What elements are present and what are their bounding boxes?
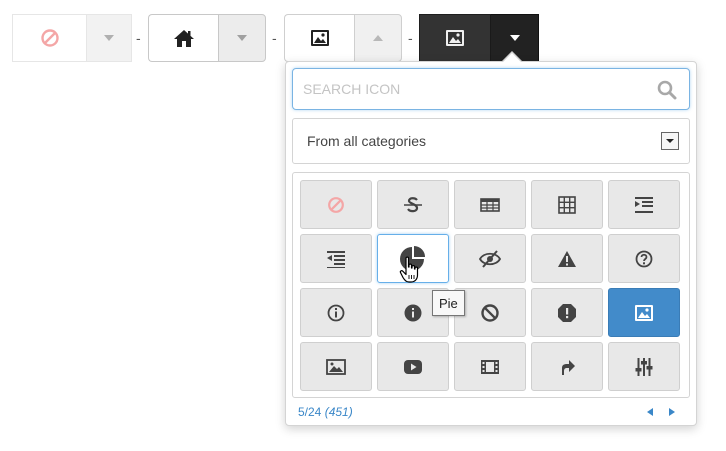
popover-arrow-inner [503, 53, 521, 62]
info-circle-icon [404, 304, 422, 321]
icon-cell-indent[interactable] [608, 180, 680, 229]
warning-icon [558, 250, 576, 267]
exclamation-octagon-icon [558, 303, 576, 322]
icon-picker-picture[interactable] [284, 14, 402, 62]
icon-grid [292, 172, 690, 398]
picker-preview[interactable] [284, 14, 354, 62]
total-count: (451) [324, 405, 353, 419]
picture-icon [310, 30, 329, 46]
icon-cell-strikethrough[interactable] [377, 180, 449, 229]
icon-cell-picture-selected[interactable] [608, 288, 680, 337]
caret-right-icon [669, 408, 675, 416]
search-box[interactable] [292, 68, 690, 110]
icon-tooltip: Pie [432, 290, 465, 316]
icon-picker-home[interactable] [148, 14, 266, 62]
outdent-icon [327, 250, 345, 268]
picker-preview [12, 14, 86, 62]
pagination-status: 5/24 (451) [298, 405, 353, 419]
icon-cell-info-circle-o[interactable] [300, 288, 372, 337]
share-icon [562, 359, 575, 375]
icon-cell-youtube-play[interactable] [377, 342, 449, 391]
category-selected: From all categories [307, 133, 427, 149]
picture-icon [446, 30, 464, 46]
separator: - [408, 30, 413, 46]
caret-up-icon [373, 35, 383, 41]
caret-down-icon [237, 35, 247, 41]
icon-picker-disabled [12, 14, 132, 62]
icon-cell-question-circle[interactable] [608, 234, 680, 283]
category-select[interactable]: From all categories [292, 118, 690, 164]
icon-picker-popover: From all categories [285, 61, 697, 426]
picker-caret[interactable] [218, 14, 266, 62]
strikethrough-icon [404, 196, 422, 212]
picker-caret [86, 14, 132, 62]
picker-preview[interactable] [419, 14, 491, 62]
hand-cursor-icon [399, 256, 421, 284]
indent-icon [635, 196, 653, 213]
question-circle-icon [635, 250, 653, 267]
image-icon [326, 358, 346, 375]
separator: - [136, 30, 141, 46]
picture-icon [635, 304, 653, 321]
prev-page-button[interactable] [646, 407, 654, 417]
tooltip-text: Pie [439, 295, 458, 311]
icon-cell-exclamation[interactable] [531, 288, 603, 337]
caret-down-icon [509, 35, 520, 41]
icon-cell-share[interactable] [531, 342, 603, 391]
film-icon [481, 359, 499, 374]
youtube-play-icon [404, 359, 422, 374]
sliders-icon [635, 357, 653, 376]
search-input[interactable] [293, 69, 643, 109]
icon-cell-eye-slash[interactable] [454, 234, 526, 283]
separator: - [272, 30, 277, 46]
eye-slash-icon [479, 249, 501, 268]
picker-preview[interactable] [148, 14, 218, 62]
icon-cell-outdent[interactable] [300, 234, 372, 283]
icon-cell-sliders[interactable] [608, 342, 680, 391]
icon-cell-th[interactable] [531, 180, 603, 229]
icon-cell-warning[interactable] [531, 234, 603, 283]
caret-down-icon [104, 35, 114, 41]
select-arrow[interactable] [661, 132, 679, 150]
table-icon [480, 197, 500, 212]
th-icon [558, 195, 576, 214]
chevron-down-icon [666, 139, 674, 143]
ban-circle-icon [481, 303, 499, 322]
ban-icon [40, 29, 59, 47]
icon-cell-ban[interactable] [300, 180, 372, 229]
icon-cell-film[interactable] [454, 342, 526, 391]
picker-caret[interactable] [354, 14, 402, 62]
icon-cell-ban-circle[interactable] [454, 288, 526, 337]
page-indicator: 5/24 [298, 405, 322, 419]
search-icon[interactable] [657, 80, 677, 100]
info-circle-o-icon [327, 304, 345, 321]
ban-icon [328, 196, 344, 213]
icon-cell-table[interactable] [454, 180, 526, 229]
next-page-button[interactable] [668, 407, 676, 417]
icon-cell-image[interactable] [300, 342, 372, 391]
caret-left-icon [647, 408, 653, 416]
home-icon [173, 30, 194, 47]
